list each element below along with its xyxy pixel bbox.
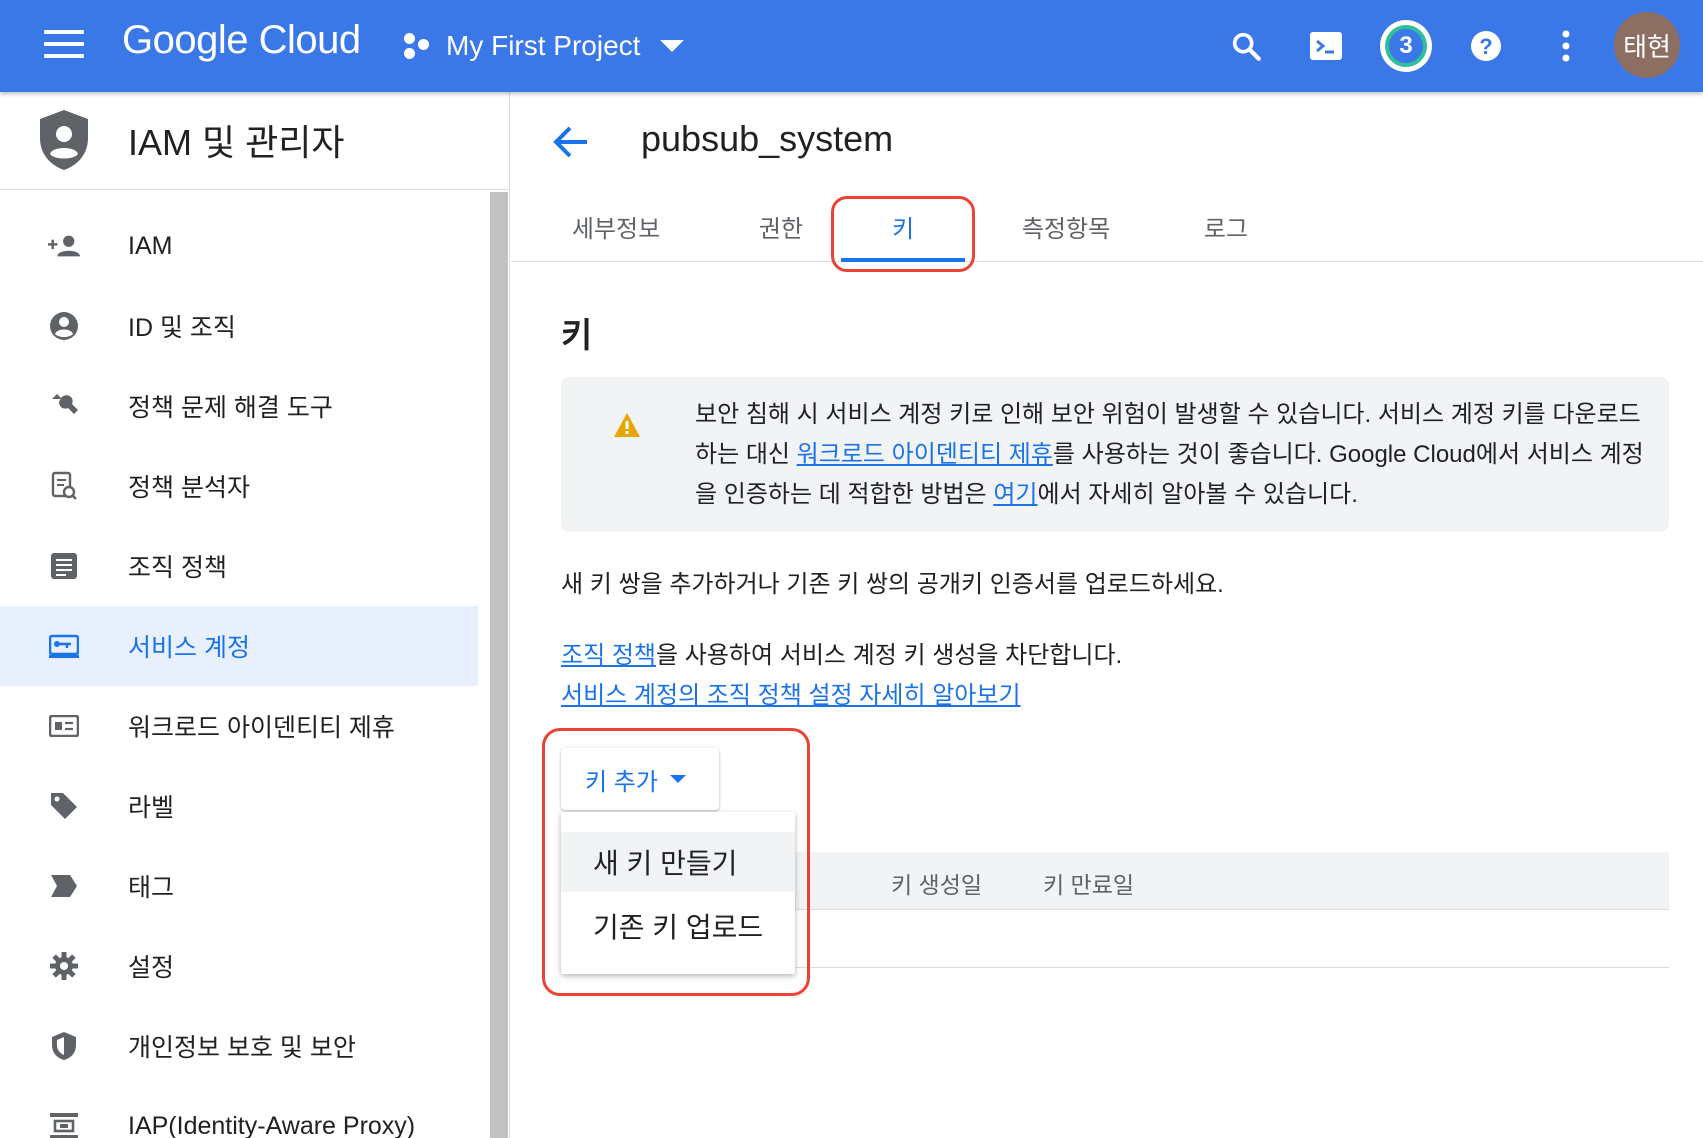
sidebar-item-policy-troubleshooter[interactable]: 정책 문제 해결 도구 xyxy=(0,366,478,446)
sidebar-item-labels[interactable]: 라벨 xyxy=(0,766,478,846)
cloud-shell-icon[interactable] xyxy=(1302,22,1350,70)
notifications-badge[interactable]: 3 xyxy=(1380,20,1432,72)
brand-logo[interactable]: Google Cloud xyxy=(122,18,361,63)
top-app-bar: Google Cloud My First Project 3 ? 태현 xyxy=(0,0,1703,92)
tab-metrics[interactable]: 측정항목 xyxy=(981,190,1151,262)
iap-icon xyxy=(48,1110,80,1138)
gear-icon xyxy=(48,950,80,982)
learn-here-link[interactable]: 여기 xyxy=(993,481,1037,508)
sidebar-item-label: 개인정보 보호 및 보안 xyxy=(128,1034,356,1062)
highlight-keys-tab xyxy=(831,196,975,272)
learn-more-org-policy-link[interactable]: 서비스 계정의 조직 정책 설정 자세히 알아보기 xyxy=(561,682,1021,709)
menu-icon[interactable] xyxy=(44,30,84,60)
sidebar-item-service-accounts[interactable]: 서비스 계정 xyxy=(0,606,478,686)
shield-icon xyxy=(48,1030,80,1062)
page-title: pubsub_system xyxy=(641,118,894,159)
warning-icon xyxy=(613,412,641,443)
tab-permissions[interactable]: 권한 xyxy=(721,190,841,262)
project-dots-icon xyxy=(402,31,432,61)
project-name: My First Project xyxy=(446,30,641,61)
avatar[interactable]: 태현 xyxy=(1614,12,1680,78)
sidebar-scrollbar[interactable] xyxy=(490,192,508,1138)
sidebar-item-label: 서비스 계정 xyxy=(128,634,250,662)
learn-more-container: 서비스 계정의 조직 정책 설정 자세히 알아보기 xyxy=(561,675,1021,710)
sidebar-title: IAM 및 관리자 xyxy=(128,122,345,163)
sidebar-item-policy-analyzer[interactable]: 정책 분석자 xyxy=(0,446,478,526)
sidebar-item-privacy-security[interactable]: 개인정보 보호 및 보안 xyxy=(0,1006,478,1086)
article-icon xyxy=(48,550,80,582)
sidebar-item-label: IAP(Identity-Aware Proxy) xyxy=(128,1111,416,1138)
sidebar-item-iap[interactable]: IAP(Identity-Aware Proxy) xyxy=(0,1086,478,1138)
warning-text-part: 에서 자세히 알아볼 수 있습니다. xyxy=(1037,481,1358,508)
sidebar-item-label: ID 및 조직 xyxy=(128,314,236,342)
sidebar-item-iam[interactable]: IAM xyxy=(0,206,478,286)
sidebar-item-org-policies[interactable]: 조직 정책 xyxy=(0,526,478,606)
sidebar-item-label: 조직 정책 xyxy=(128,554,227,582)
org-policy-text: 을 사용하여 서비스 계정 키 생성을 차단합니다. xyxy=(656,642,1123,669)
keys-description: 새 키 쌍을 추가하거나 기존 키 쌍의 공개키 인증서를 업로드하세요. xyxy=(561,571,1224,598)
section-title: 키 xyxy=(561,317,593,355)
label-icon xyxy=(48,790,80,822)
sidebar: IAM 및 관리자 IAM ID 및 조직 정책 문제 해결 도구 정책 분석자… xyxy=(0,92,510,1138)
workload-identity-link[interactable]: 워크로드 아이덴티티 제휴 xyxy=(797,441,1053,468)
tab-logs[interactable]: 로그 xyxy=(1171,190,1281,262)
chevron-down-icon xyxy=(660,40,685,52)
more-vert-icon[interactable] xyxy=(1542,22,1590,70)
sidebar-item-tags[interactable]: 태그 xyxy=(0,846,478,926)
sidebar-item-label: 태그 xyxy=(128,874,175,902)
project-selector[interactable]: My First Project xyxy=(402,22,685,70)
sidebar-item-settings[interactable]: 설정 xyxy=(0,926,478,1006)
page-header: pubsub_system xyxy=(511,92,1703,190)
sidebar-item-workload-identity[interactable]: 워크로드 아이덴티티 제휴 xyxy=(0,686,478,766)
help-icon[interactable]: ? xyxy=(1462,22,1510,70)
org-policy-link[interactable]: 조직 정책 xyxy=(561,642,656,669)
warning-text: 보안 침해 시 서비스 계정 키로 인해 보안 위험이 발생할 수 있습니다. … xyxy=(695,395,1645,515)
org-policy-note: 조직 정책을 사용하여 서비스 계정 키 생성을 차단합니다. xyxy=(561,635,1122,670)
tab-bar: 세부정보 권한 키 측정항목 로그 xyxy=(511,190,1703,262)
search-icon[interactable] xyxy=(1222,22,1270,70)
column-header-created[interactable]: 키 생성일 xyxy=(891,866,982,900)
person-add-icon xyxy=(48,230,80,262)
sidebar-header: IAM 및 관리자 xyxy=(0,92,509,190)
sidebar-item-label: IAM xyxy=(128,231,173,260)
main-content: pubsub_system 세부정보 권한 키 측정항목 로그 키 보안 침해 … xyxy=(511,92,1703,1138)
wrench-icon xyxy=(48,390,80,422)
sidebar-item-label: 설정 xyxy=(128,954,175,982)
sidebar-item-identity-org[interactable]: ID 및 조직 xyxy=(0,286,478,366)
service-account-icon xyxy=(48,630,80,662)
warning-banner: 보안 침해 시 서비스 계정 키로 인해 보안 위험이 발생할 수 있습니다. … xyxy=(561,377,1669,532)
iam-shield-icon xyxy=(38,108,90,177)
sidebar-item-label: 정책 문제 해결 도구 xyxy=(128,394,333,422)
tab-details[interactable]: 세부정보 xyxy=(551,190,681,262)
policy-analyzer-icon xyxy=(48,470,80,502)
sidebar-item-label: 정책 분석자 xyxy=(128,474,250,502)
column-header-expires[interactable]: 키 만료일 xyxy=(1043,866,1134,900)
svg-text:?: ? xyxy=(1479,34,1492,59)
tag-icon xyxy=(48,870,80,902)
highlight-add-key-menu xyxy=(542,728,810,996)
account-circle-icon xyxy=(48,310,80,342)
id-card-icon xyxy=(48,710,80,742)
sidebar-item-label: 라벨 xyxy=(128,794,175,822)
sidebar-item-label: 워크로드 아이덴티티 제휴 xyxy=(128,714,395,742)
notification-count: 3 xyxy=(1385,25,1427,67)
back-arrow-icon[interactable] xyxy=(551,122,591,162)
